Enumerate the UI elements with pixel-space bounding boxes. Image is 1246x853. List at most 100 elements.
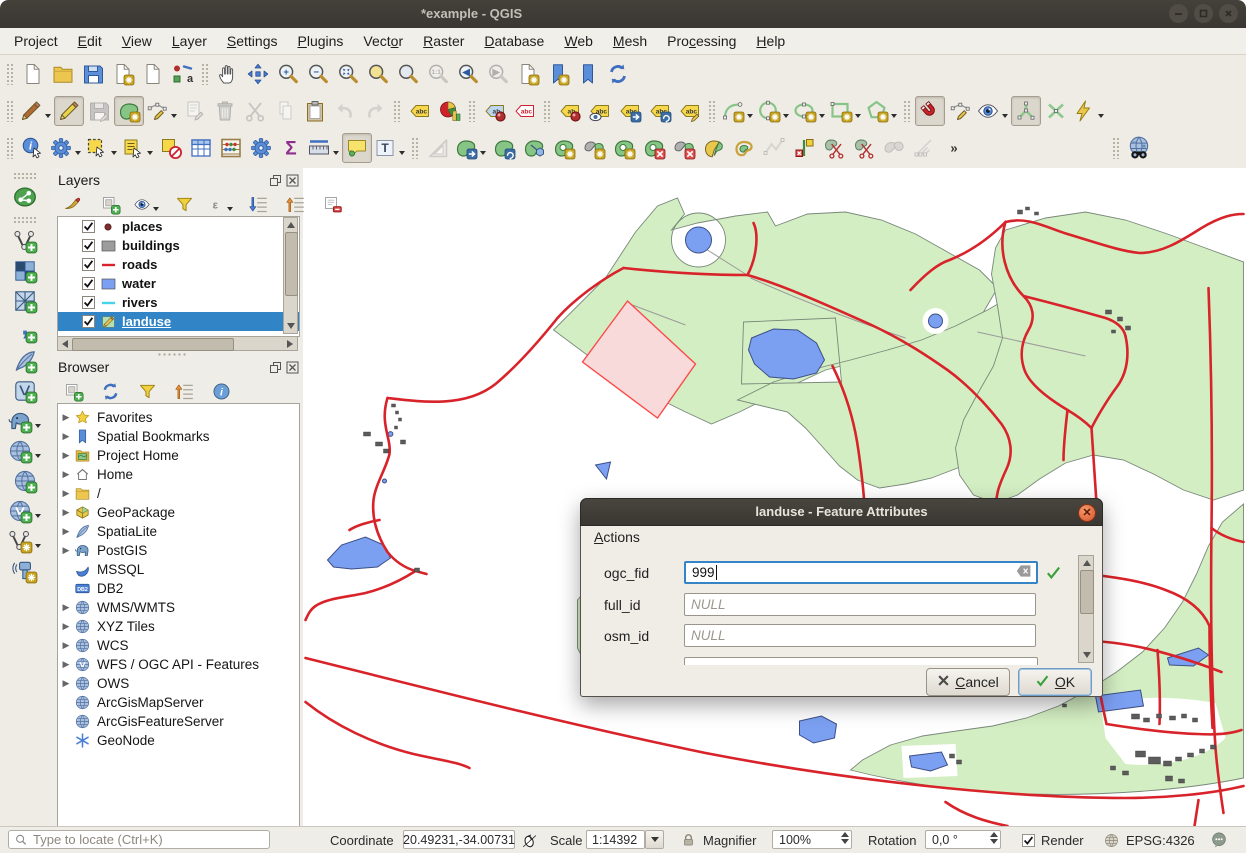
run-feature-action[interactable] bbox=[48, 133, 84, 163]
scale-combo-arrow[interactable] bbox=[645, 830, 664, 849]
clear-field-icon[interactable] bbox=[1016, 564, 1032, 581]
toolbar-grip[interactable] bbox=[6, 63, 15, 85]
minimize-button[interactable] bbox=[1169, 4, 1188, 23]
filter-legend[interactable] bbox=[169, 192, 199, 216]
identify-features[interactable]: i bbox=[18, 133, 48, 163]
trim-extend[interactable] bbox=[789, 133, 819, 163]
modify-attributes[interactable] bbox=[180, 96, 210, 126]
layer-item-landuse[interactable]: landuse bbox=[58, 312, 299, 331]
close-button[interactable] bbox=[1219, 4, 1238, 23]
add-spatialite-layer[interactable] bbox=[10, 346, 40, 376]
browser-item-arcgisfeatureserver[interactable]: ArcGisFeatureServer bbox=[58, 712, 299, 731]
browser-item--[interactable]: ▶/ bbox=[58, 484, 299, 503]
enable-snapping[interactable] bbox=[915, 96, 945, 126]
filter-by-expression[interactable]: ε bbox=[206, 192, 236, 216]
toolbar-grip[interactable] bbox=[6, 100, 15, 122]
zoom-next[interactable]: ▶ bbox=[483, 59, 513, 89]
add-polygon-feature[interactable] bbox=[114, 96, 144, 126]
reshape-features[interactable] bbox=[699, 133, 729, 163]
enable-tracing[interactable] bbox=[1071, 96, 1107, 126]
paste-features[interactable] bbox=[300, 96, 330, 126]
browser-item-wcs[interactable]: ▶WCS bbox=[58, 636, 299, 655]
show-hide-labels[interactable]: abc bbox=[585, 96, 615, 126]
rotate-point-symbols[interactable] bbox=[909, 133, 939, 163]
rotation-down[interactable] bbox=[990, 839, 998, 844]
expander-icon[interactable]: ▶ bbox=[58, 507, 74, 518]
expander-icon[interactable]: ▶ bbox=[58, 412, 74, 423]
expander-icon[interactable]: ▶ bbox=[58, 431, 74, 442]
deselect-features[interactable] bbox=[156, 133, 186, 163]
text-annotation[interactable]: T bbox=[372, 133, 408, 163]
save-project[interactable] bbox=[78, 59, 108, 89]
layer-checkbox[interactable] bbox=[82, 315, 95, 328]
expander-icon[interactable]: ▶ bbox=[58, 640, 74, 651]
magnifier-down[interactable] bbox=[841, 839, 849, 844]
zoom-full[interactable] bbox=[333, 59, 363, 89]
select-features[interactable] bbox=[84, 133, 120, 163]
add-raster-layer[interactable] bbox=[10, 256, 40, 286]
toggle-editing[interactable] bbox=[54, 96, 84, 126]
add-ring[interactable] bbox=[549, 133, 579, 163]
cut-features[interactable] bbox=[240, 96, 270, 126]
expander-icon[interactable]: ▶ bbox=[58, 621, 74, 632]
browser-item-home[interactable]: ▶Home bbox=[58, 465, 299, 484]
refresh[interactable] bbox=[603, 59, 633, 89]
new-project[interactable] bbox=[18, 59, 48, 89]
open-attribute-table[interactable] bbox=[186, 133, 216, 163]
scale-combo[interactable]: 1:14392 bbox=[586, 830, 645, 849]
render-checkbox[interactable] bbox=[1022, 834, 1035, 847]
float-panel-icon[interactable] bbox=[269, 361, 282, 374]
field-input-osm_id[interactable]: NULL bbox=[684, 624, 1036, 647]
digitize-circle[interactable] bbox=[756, 96, 792, 126]
browser-item-xyz-tiles[interactable]: ▶XYZ Tiles bbox=[58, 617, 299, 636]
menu-layer[interactable]: Layer bbox=[162, 29, 217, 53]
add-part[interactable] bbox=[579, 133, 609, 163]
rotate-feature[interactable] bbox=[489, 133, 519, 163]
extents-toggle-icon[interactable] bbox=[521, 830, 538, 850]
field-input-ogc_fid[interactable]: 999 bbox=[684, 561, 1038, 584]
topological-editing[interactable] bbox=[1011, 96, 1041, 126]
magnifier-up[interactable] bbox=[841, 832, 849, 837]
browser-item-db2[interactable]: DB2DB2 bbox=[58, 579, 299, 598]
new-print-layout[interactable] bbox=[108, 59, 138, 89]
crs-status[interactable]: EPSG:4326 bbox=[1103, 830, 1195, 850]
gps-tools[interactable] bbox=[10, 556, 40, 586]
zoom-native[interactable]: 1:1 bbox=[423, 59, 453, 89]
copy-features[interactable] bbox=[270, 96, 300, 126]
filter-browser[interactable] bbox=[132, 379, 162, 403]
digitize-regular-polygon[interactable] bbox=[864, 96, 900, 126]
menu-project[interactable]: Project bbox=[4, 29, 68, 53]
zoom-to-selection[interactable] bbox=[363, 59, 393, 89]
add-wcs-layer[interactable] bbox=[10, 466, 40, 496]
move-feature[interactable] bbox=[453, 133, 489, 163]
open-layer-styling[interactable] bbox=[58, 192, 88, 216]
expander-icon[interactable]: ▶ bbox=[58, 678, 74, 689]
save-layer-edits[interactable] bbox=[84, 96, 114, 126]
layer-diagram-options[interactable] bbox=[435, 96, 465, 126]
metasearch[interactable] bbox=[1124, 133, 1154, 163]
menu-help[interactable]: Help bbox=[746, 29, 795, 53]
toolbar-grip[interactable] bbox=[543, 100, 552, 122]
field-input-full_id[interactable]: NULL bbox=[684, 593, 1036, 616]
expander-icon[interactable]: ▶ bbox=[58, 488, 74, 499]
offset-curve[interactable] bbox=[729, 133, 759, 163]
rotate-label[interactable]: abc bbox=[645, 96, 675, 126]
browser-item-geopackage[interactable]: ▶GeoPackage bbox=[58, 503, 299, 522]
browser-item-favorites[interactable]: ▶Favorites bbox=[58, 408, 299, 427]
merge-selected-features[interactable] bbox=[879, 133, 909, 163]
layer-checkbox[interactable] bbox=[82, 239, 95, 252]
magnifier-spinbox[interactable]: 100% bbox=[772, 830, 852, 849]
new-map-view[interactable] bbox=[513, 59, 543, 89]
menu-mesh[interactable]: Mesh bbox=[603, 29, 657, 53]
fill-ring[interactable] bbox=[609, 133, 639, 163]
digitize-ellipse[interactable] bbox=[792, 96, 828, 126]
browser-item-ows[interactable]: ▶OWS bbox=[58, 674, 299, 693]
add-vector-layer[interactable] bbox=[10, 226, 40, 256]
add-wms-layer[interactable] bbox=[6, 436, 44, 466]
show-spatial-bookmarks[interactable] bbox=[573, 59, 603, 89]
new-geopackage-layer[interactable] bbox=[10, 376, 40, 406]
show-layout-manager[interactable] bbox=[138, 59, 168, 89]
style-manager[interactable]: a bbox=[168, 59, 198, 89]
change-label[interactable]: abc bbox=[675, 96, 705, 126]
layer-labeling-options[interactable]: abc bbox=[405, 96, 435, 126]
